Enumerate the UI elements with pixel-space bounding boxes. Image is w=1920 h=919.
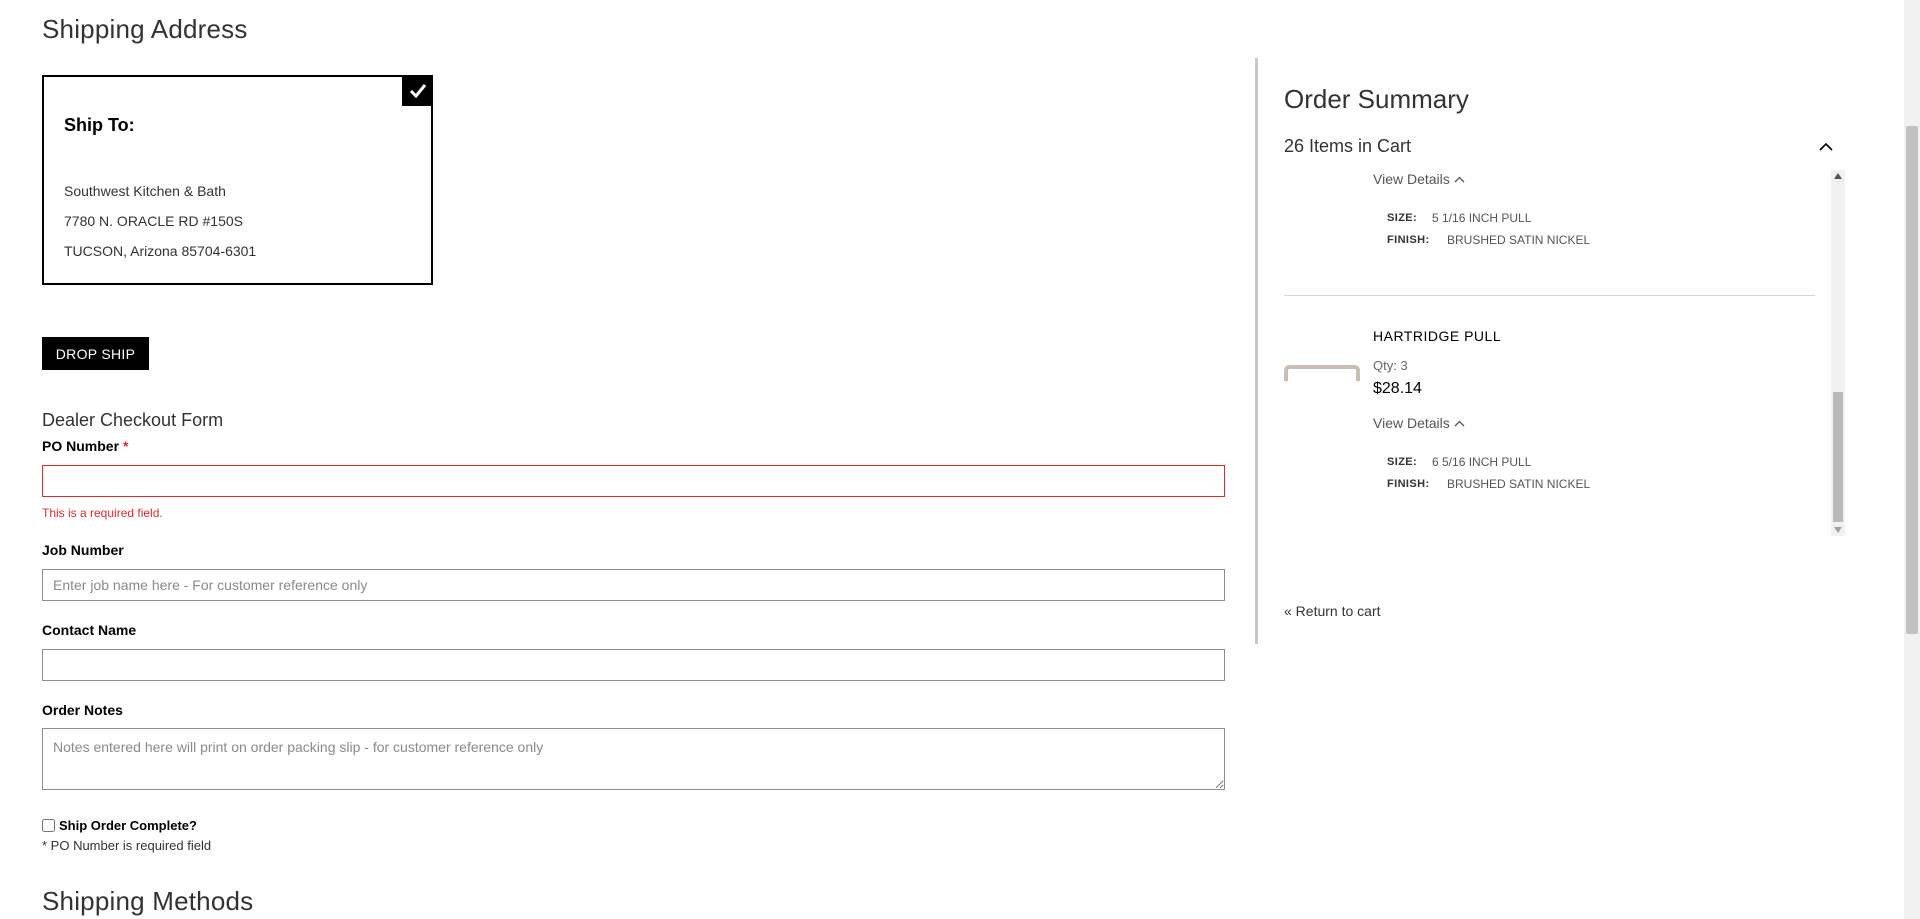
item-price: $28.14 xyxy=(1373,380,1422,397)
cart-list-scroll-thumb[interactable] xyxy=(1833,392,1843,522)
page-scroll-thumb[interactable] xyxy=(1906,126,1918,634)
ship-complete-label[interactable]: Ship Order Complete? xyxy=(59,818,197,833)
chevron-up-icon xyxy=(1454,176,1465,182)
po-number-input[interactable] xyxy=(42,465,1225,497)
drop-ship-button[interactable]: DROP SHIP xyxy=(42,337,149,370)
po-number-label-text: PO Number xyxy=(42,438,120,454)
view-details-label: View Details xyxy=(1373,415,1450,431)
shipping-address-card[interactable]: Ship To: Southwest Kitchen & Bath 7780 N… xyxy=(42,75,433,285)
contact-name-label: Contact Name xyxy=(42,622,137,638)
ship-to-heading: Ship To: xyxy=(64,115,135,135)
item-attr-value: BRUSHED SATIN NICKEL xyxy=(1447,233,1591,247)
cart-item-count[interactable]: 26 Items in Cart xyxy=(1284,136,1411,157)
item-attr-value: 6 5/16 INCH PULL xyxy=(1432,455,1532,469)
chevron-up-icon xyxy=(1454,420,1465,426)
item-separator xyxy=(1284,295,1815,296)
po-number-error: This is a required field. xyxy=(42,506,163,520)
required-asterisk: * xyxy=(123,438,129,454)
item-name[interactable]: HARTRIDGE PULL xyxy=(1373,328,1501,344)
cart-items-list[interactable]: View Details SIZE: 5 1/16 INCH PULL FINI… xyxy=(1284,170,1830,536)
item-qty: Qty: 3 xyxy=(1373,358,1408,373)
item-attr-key: FINISH: xyxy=(1387,478,1430,490)
required-field-note: * PO Number is required field xyxy=(42,838,212,853)
checkmark-icon xyxy=(402,75,433,106)
chevron-up-icon[interactable] xyxy=(1817,136,1835,156)
scroll-up-arrow-icon[interactable] xyxy=(1834,173,1842,179)
return-to-cart-link[interactable]: « Return to cart xyxy=(1284,603,1381,619)
job-number-label: Job Number xyxy=(42,542,124,558)
view-details-toggle[interactable]: View Details xyxy=(1373,171,1465,187)
item-attr-key: FINISH: xyxy=(1387,234,1430,246)
order-notes-label: Order Notes xyxy=(42,702,123,718)
column-divider xyxy=(1255,58,1258,644)
dealer-form-title: Dealer Checkout Form xyxy=(42,410,224,430)
address-line-city: TUCSON, Arizona 85704-6301 xyxy=(64,243,257,259)
item-attr-key: SIZE: xyxy=(1387,212,1418,224)
product-thumbnail[interactable] xyxy=(1284,363,1360,383)
order-notes-textarea[interactable] xyxy=(42,728,1225,790)
item-attr-value: 5 1/16 INCH PULL xyxy=(1432,211,1532,225)
view-details-label: View Details xyxy=(1373,171,1450,187)
job-number-input[interactable] xyxy=(42,569,1225,601)
ship-complete-checkbox[interactable] xyxy=(42,819,55,832)
order-summary-title: Order Summary xyxy=(1284,84,1469,114)
shipping-methods-title: Shipping Methods xyxy=(42,886,254,916)
ship-complete-row: Ship Order Complete? xyxy=(42,818,197,833)
item-attr-value: BRUSHED SATIN NICKEL xyxy=(1447,477,1591,491)
address-line-street: 7780 N. ORACLE RD #150S xyxy=(64,213,243,229)
item-attr-key: SIZE: xyxy=(1387,456,1418,468)
shipping-address-title: Shipping Address xyxy=(42,14,248,44)
view-details-toggle[interactable]: View Details xyxy=(1373,415,1465,431)
po-number-label: PO Number * xyxy=(42,438,128,454)
scroll-down-arrow-icon[interactable] xyxy=(1834,527,1842,533)
address-line-company: Southwest Kitchen & Bath xyxy=(64,183,226,199)
contact-name-input[interactable] xyxy=(42,649,1225,681)
